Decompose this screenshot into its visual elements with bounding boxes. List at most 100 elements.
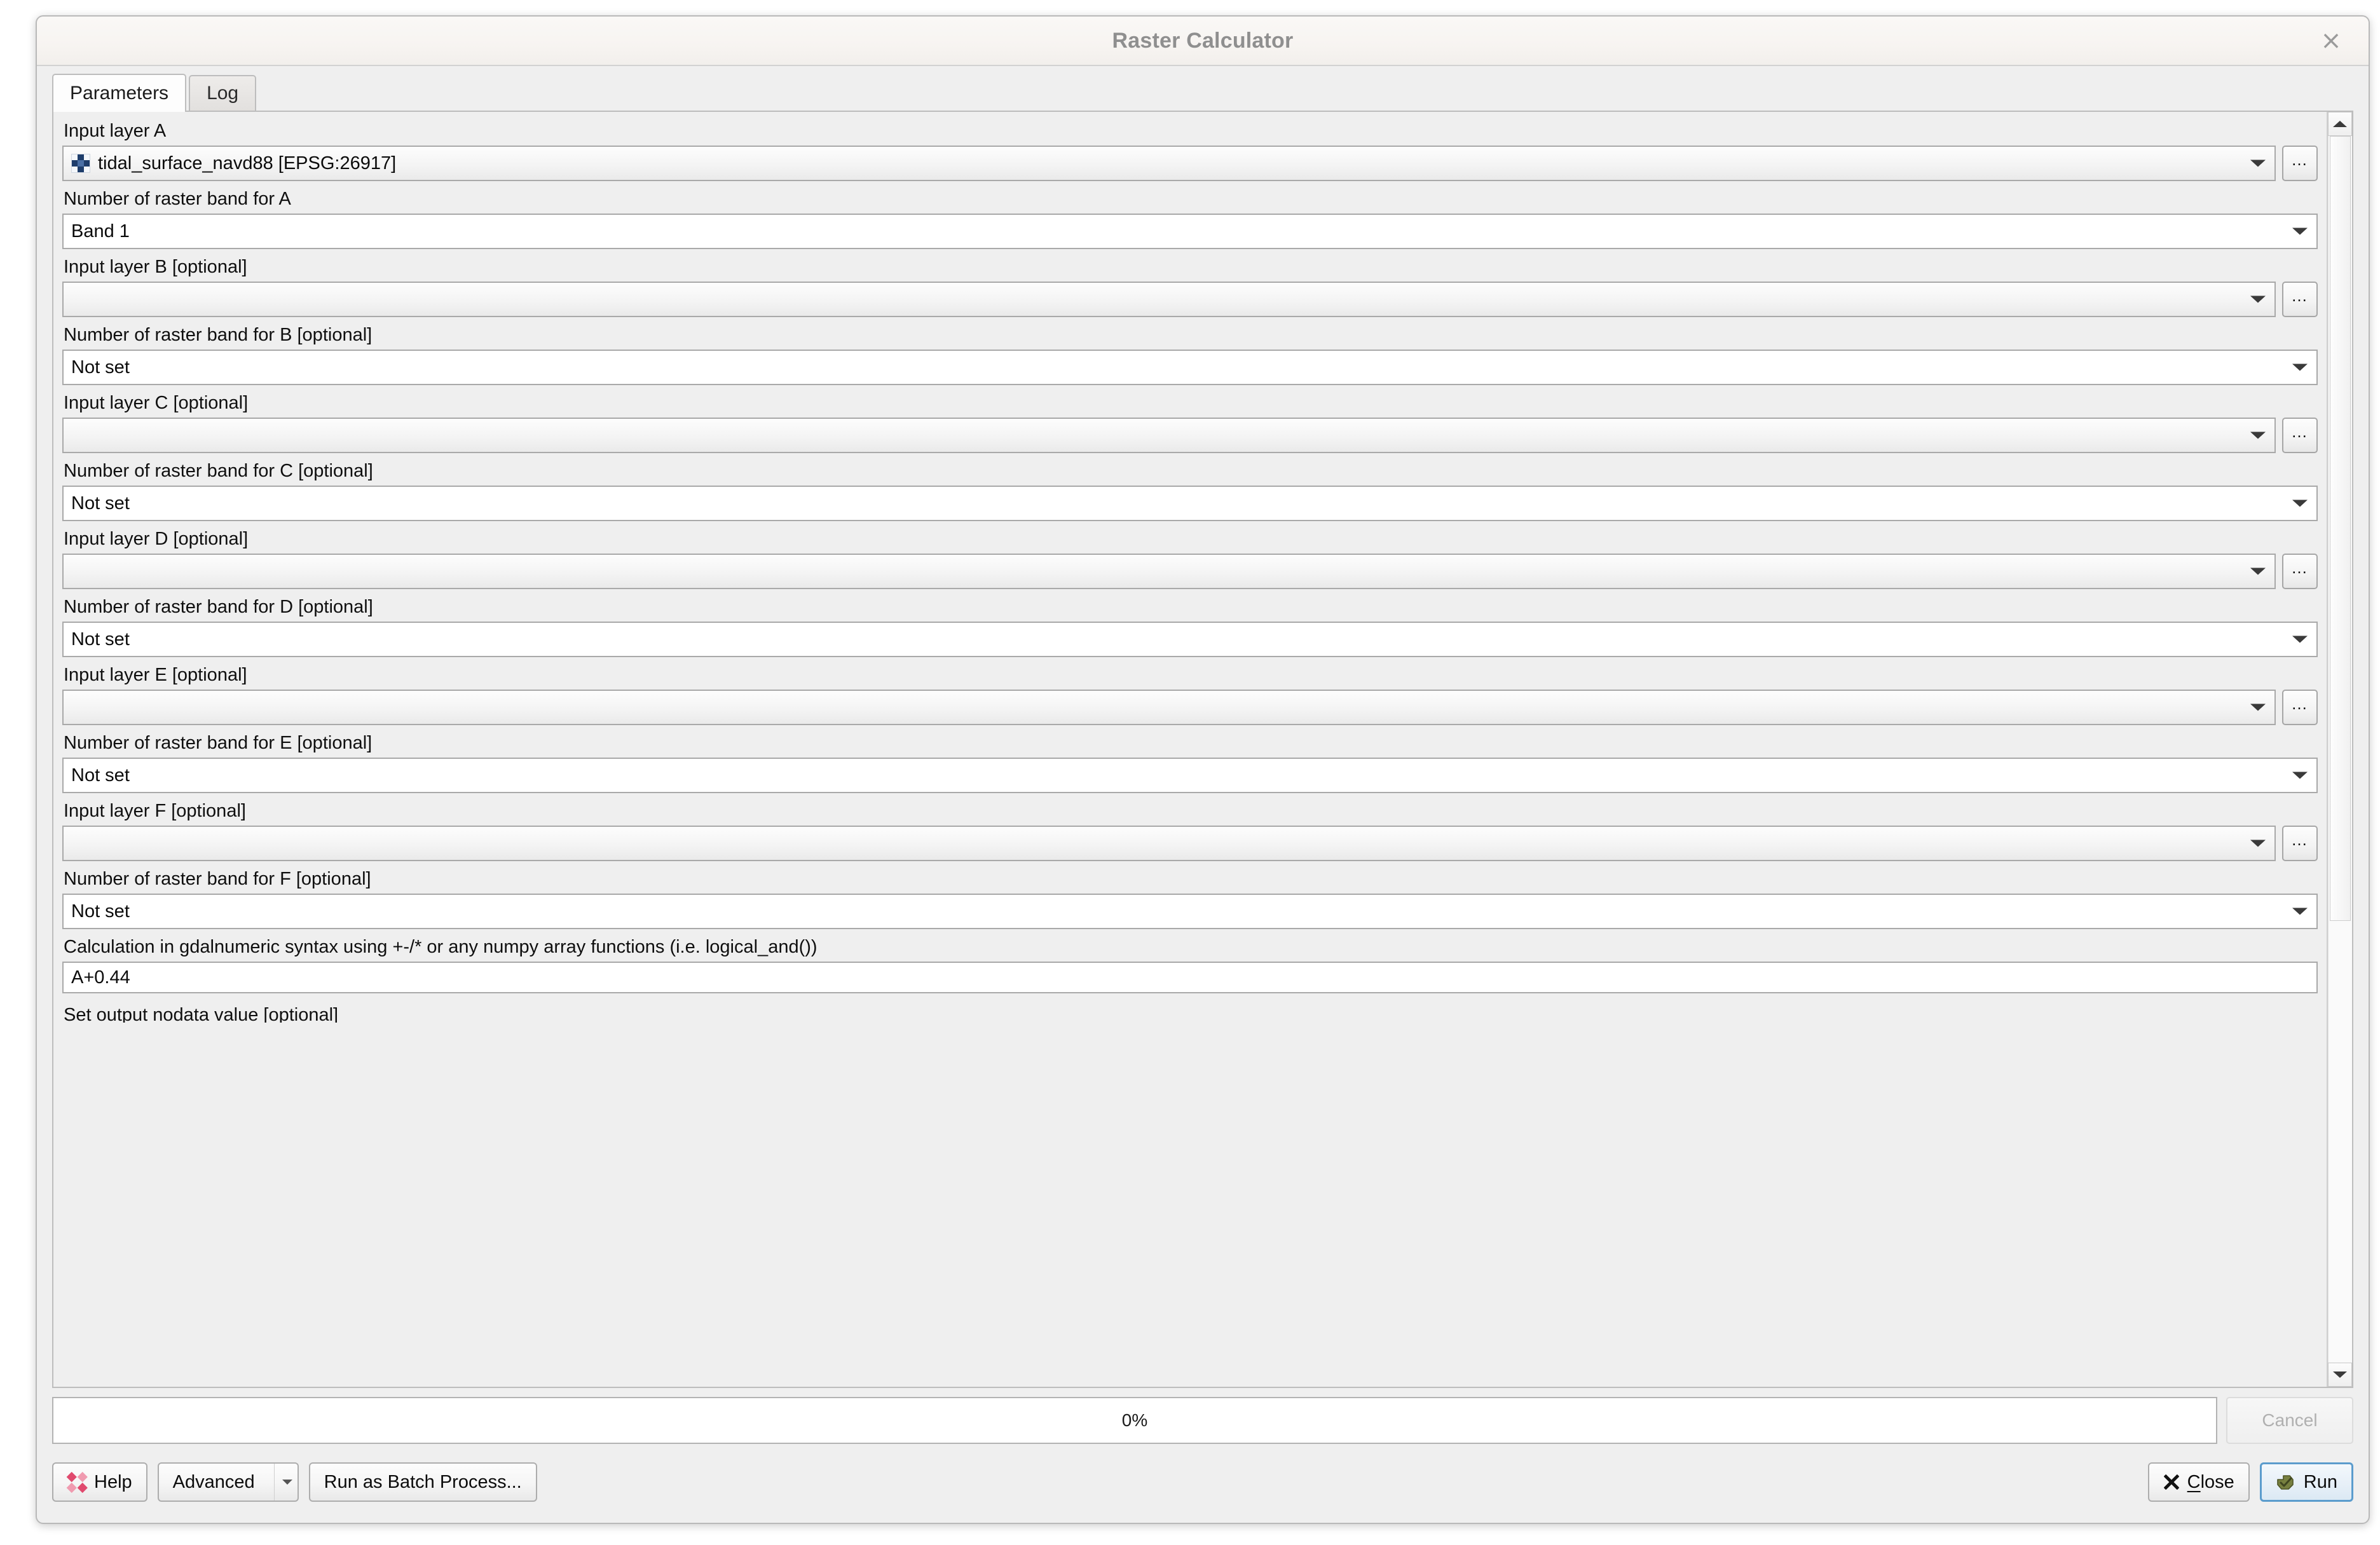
tab-log[interactable]: Log (189, 75, 257, 111)
row-band-f: Not set (62, 894, 2318, 929)
input-layer-f-combobox[interactable] (62, 826, 2276, 861)
band-c-value: Not set (71, 493, 130, 514)
input-layer-a-browse-button[interactable]: … (2282, 146, 2318, 181)
row-calculation: A+0.44 (62, 962, 2318, 997)
label-input-layer-a: Input layer A (64, 121, 167, 141)
input-layer-e-combobox[interactable] (62, 690, 2276, 725)
input-layer-b-browse-button[interactable]: … (2282, 282, 2318, 317)
band-d-combobox[interactable]: Not set (62, 622, 2318, 657)
run-button-label: Run (2303, 1471, 2337, 1492)
band-e-value: Not set (71, 765, 130, 786)
desktop-backdrop: Raster Calculator × Parameters Log Input… (0, 0, 2380, 1545)
chevron-down-icon (2250, 568, 2266, 575)
chevron-down-icon (2250, 296, 2266, 303)
row-band-e: Not set (62, 758, 2318, 793)
chevron-down-icon (2250, 840, 2266, 847)
input-layer-c-combobox[interactable] (62, 418, 2276, 453)
tab-bar: Parameters Log (37, 66, 2369, 112)
input-layer-a-combobox[interactable]: tidal_surface_navd88 [EPSG:26917] (62, 146, 2276, 181)
parameters-scrollbar[interactable] (2327, 112, 2352, 1387)
scroll-up-arrow-icon (2333, 121, 2347, 127)
close-button-label: Close (2187, 1471, 2234, 1492)
label-band-c: Number of raster band for C [optional] (64, 461, 373, 481)
row-input-layer-e: … (62, 690, 2318, 725)
row-band-a: Band 1 (62, 214, 2318, 249)
chevron-down-icon (2292, 908, 2308, 915)
progress-bar: 0% (52, 1397, 2217, 1444)
band-d-value: Not set (71, 629, 130, 650)
input-layer-a-value: tidal_surface_navd88 [EPSG:26917] (98, 153, 397, 174)
chevron-down-icon (2292, 636, 2308, 643)
band-a-value: Band 1 (71, 221, 130, 242)
close-x-icon (2163, 1474, 2180, 1490)
label-band-d: Number of raster band for D [optional] (64, 597, 373, 617)
raster-calculator-dialog: Raster Calculator × Parameters Log Input… (36, 15, 2370, 1524)
run-as-batch-process-label: Run as Batch Process... (324, 1471, 522, 1492)
run-button[interactable]: Run (2259, 1462, 2353, 1502)
scroll-down-button[interactable] (2328, 1363, 2352, 1387)
advanced-button[interactable]: Advanced (157, 1462, 299, 1502)
chevron-down-icon (2250, 432, 2266, 439)
progress-row: 0% Cancel (52, 1397, 2353, 1444)
band-e-combobox[interactable]: Not set (62, 758, 2318, 793)
row-input-layer-d: … (62, 554, 2318, 589)
parameters-panel: Input layer A tidal_surface_navd88 [EPSG… (52, 111, 2353, 1388)
chevron-down-icon (2292, 772, 2308, 779)
input-layer-d-combobox[interactable] (62, 554, 2276, 589)
band-c-combobox[interactable]: Not set (62, 486, 2318, 521)
input-layer-f-browse-button[interactable]: … (2282, 826, 2318, 861)
band-f-combobox[interactable]: Not set (62, 894, 2318, 929)
row-band-d: Not set (62, 622, 2318, 657)
close-button[interactable]: Close (2147, 1462, 2250, 1502)
row-input-layer-a: tidal_surface_navd88 [EPSG:26917] … (62, 146, 2318, 181)
label-input-layer-f: Input layer F [optional] (64, 801, 246, 821)
tab-log-label: Log (207, 83, 239, 104)
help-button[interactable]: Help (52, 1462, 147, 1502)
input-layer-d-browse-button[interactable]: … (2282, 554, 2318, 589)
run-as-batch-process-button[interactable]: Run as Batch Process... (308, 1462, 537, 1502)
band-a-combobox[interactable]: Band 1 (62, 214, 2318, 249)
advanced-button-label: Advanced (172, 1471, 255, 1492)
tab-parameters[interactable]: Parameters (52, 74, 187, 112)
scrollbar-track[interactable] (2328, 136, 2352, 1363)
raster-layer-icon (71, 154, 90, 173)
help-button-label: Help (94, 1471, 132, 1492)
calculation-input[interactable]: A+0.44 (62, 962, 2318, 993)
label-input-layer-d: Input layer D [optional] (64, 529, 249, 549)
row-input-layer-f: … (62, 826, 2318, 861)
row-input-layer-b: … (62, 282, 2318, 317)
label-band-a: Number of raster band for A (64, 189, 291, 209)
row-input-layer-c: … (62, 418, 2318, 453)
label-input-layer-e: Input layer E [optional] (64, 665, 247, 685)
cancel-button[interactable]: Cancel (2226, 1397, 2353, 1444)
dialog-button-bar: Help Advanced Run as Batch Process... Cl… (52, 1452, 2353, 1513)
label-input-layer-b: Input layer B [optional] (64, 257, 247, 277)
chevron-down-icon (2292, 364, 2308, 371)
row-output-nodata-clipped: Set output nodata value [optional] (62, 1006, 2318, 1023)
input-layer-e-browse-button[interactable]: … (2282, 690, 2318, 725)
progress-percent-label: 0% (1121, 1410, 1148, 1430)
scroll-down-arrow-icon (2333, 1371, 2347, 1378)
chevron-down-icon (2250, 704, 2266, 711)
input-layer-c-browse-button[interactable]: … (2282, 418, 2318, 453)
band-f-value: Not set (71, 901, 130, 922)
label-calculation: Calculation in gdalnumeric syntax using … (64, 937, 817, 957)
cancel-button-label: Cancel (2262, 1410, 2318, 1430)
label-input-layer-c: Input layer C [optional] (64, 393, 249, 413)
scroll-up-button[interactable] (2328, 112, 2352, 136)
chevron-down-icon (2292, 228, 2308, 235)
close-icon[interactable]: × (2315, 25, 2347, 57)
scrollbar-thumb[interactable] (2330, 136, 2351, 922)
chevron-down-icon[interactable] (273, 1464, 292, 1501)
parameters-form: Input layer A tidal_surface_navd88 [EPSG… (53, 112, 2327, 1387)
chevron-down-icon (2250, 160, 2266, 167)
band-b-combobox[interactable]: Not set (62, 350, 2318, 385)
input-layer-b-combobox[interactable] (62, 282, 2276, 317)
row-band-b: Not set (62, 350, 2318, 385)
band-b-value: Not set (71, 357, 130, 378)
label-output-nodata: Set output nodata value [optional] (64, 1006, 339, 1023)
calculation-value: A+0.44 (71, 967, 130, 988)
label-band-b: Number of raster band for B [optional] (64, 325, 373, 345)
dialog-titlebar: Raster Calculator × (37, 17, 2369, 66)
label-band-f: Number of raster band for F [optional] (64, 869, 371, 889)
